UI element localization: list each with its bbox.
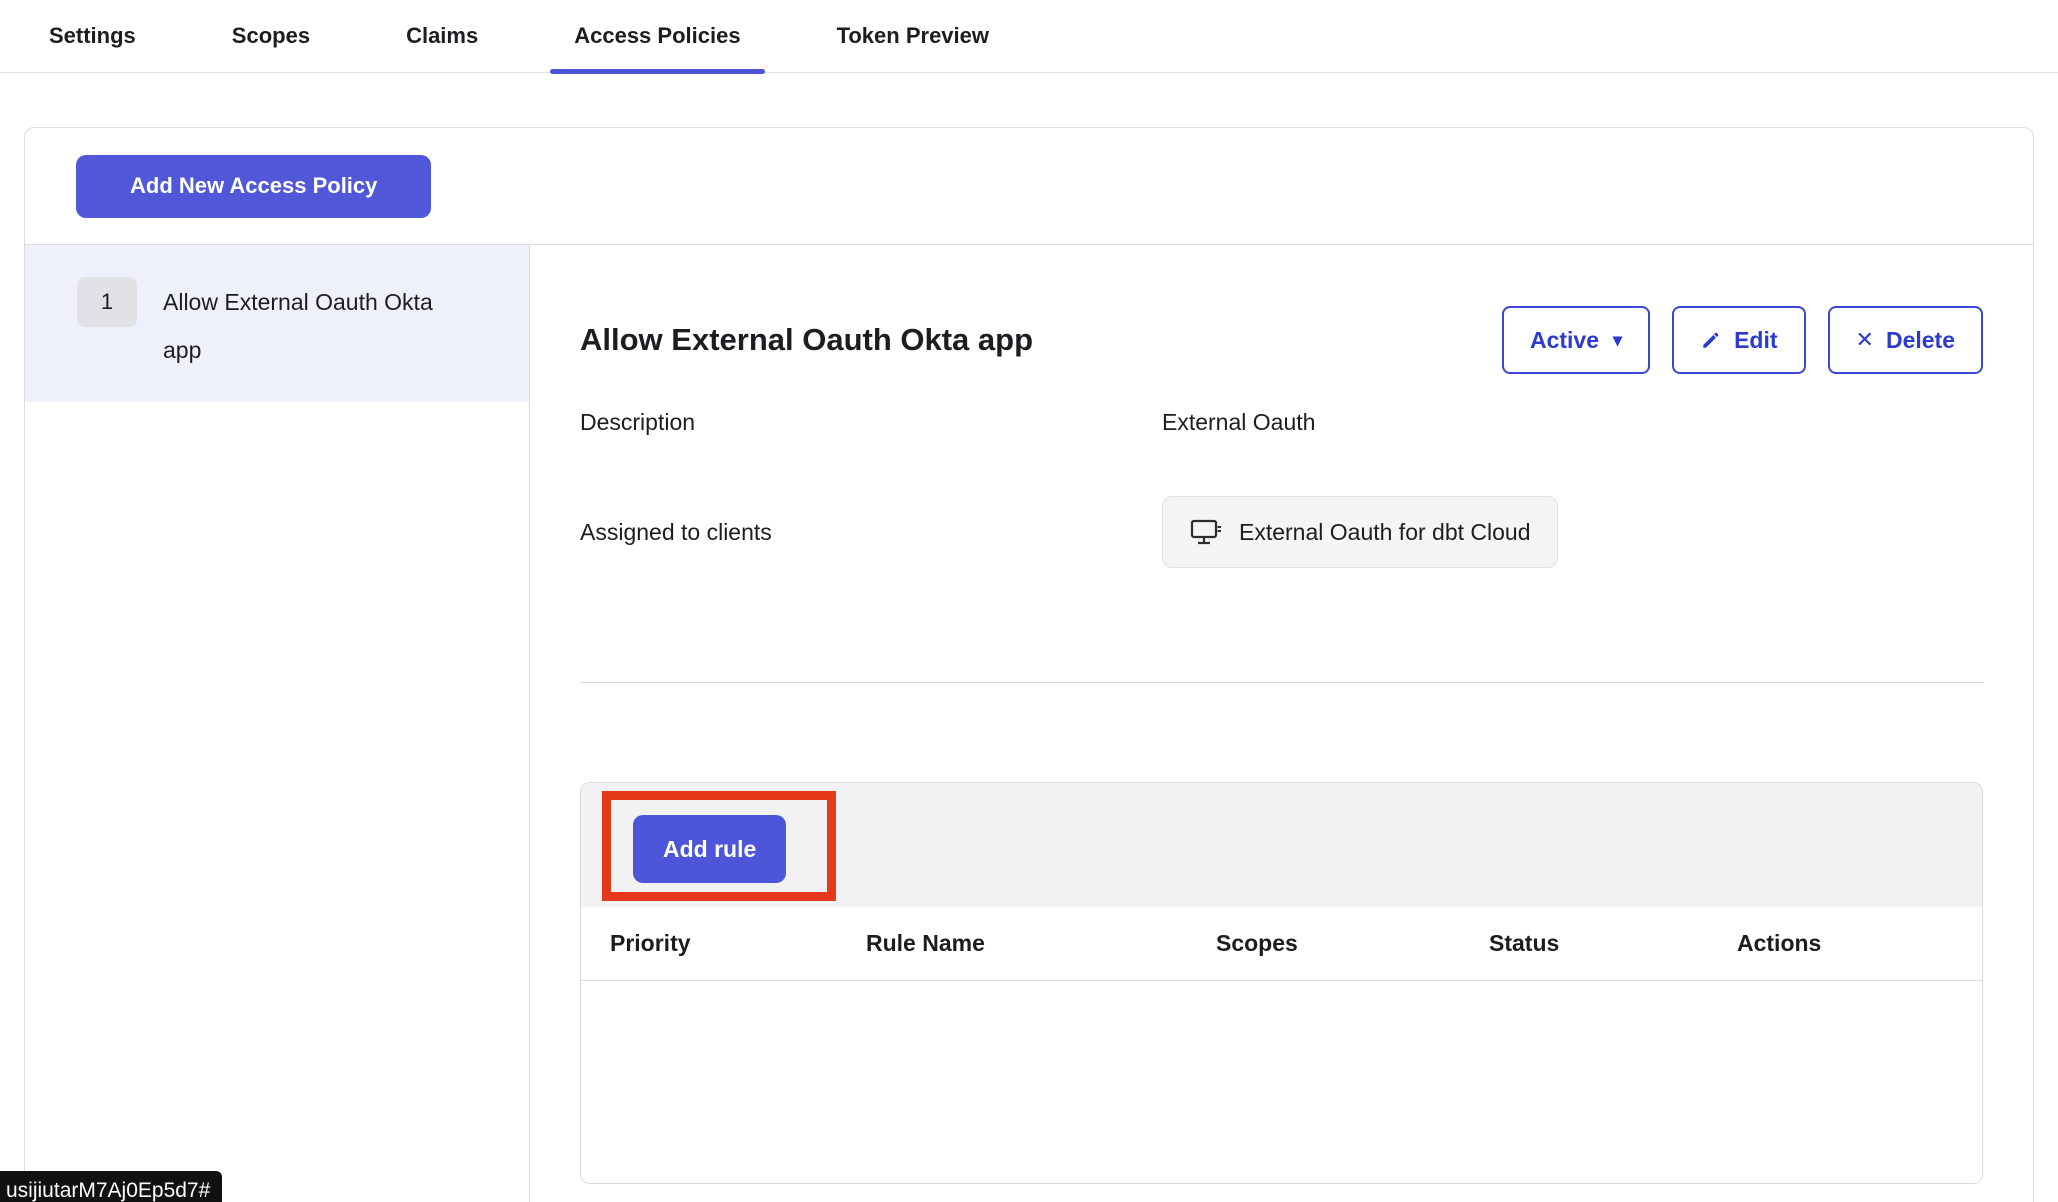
active-status-dropdown[interactable]: Active ▾ <box>1502 306 1650 374</box>
assigned-clients-label: Assigned to clients <box>580 519 1162 546</box>
rules-table-empty-body <box>581 981 1982 1183</box>
edit-button-label: Edit <box>1734 327 1777 354</box>
policy-list-item[interactable]: 1 Allow External Oauth Okta app <box>25 245 529 402</box>
tab-scopes[interactable]: Scopes <box>208 0 334 72</box>
rules-card: Add rule Priority Rule Name Scopes Statu… <box>580 782 1983 1184</box>
add-new-access-policy-button[interactable]: Add New Access Policy <box>76 155 431 218</box>
policy-title: Allow External Oauth Okta app <box>580 322 1033 358</box>
access-policies-panel: Add New Access Policy 1 Allow External O… <box>24 127 2034 1202</box>
description-label: Description <box>580 409 1162 436</box>
policy-title-row: Allow External Oauth Okta app Active ▾ E… <box>580 306 1983 374</box>
policy-list: 1 Allow External Oauth Okta app <box>25 245 530 1202</box>
tab-claims[interactable]: Claims <box>382 0 502 72</box>
column-header-status: Status <box>1489 930 1737 957</box>
policy-action-buttons: Active ▾ Edit ✕ Delete <box>1502 306 1983 374</box>
computer-icon <box>1189 518 1223 546</box>
column-header-actions: Actions <box>1737 930 1982 957</box>
section-divider <box>580 682 1983 683</box>
link-url-preview: usijiutarM7Aj0Ep5d7# <box>0 1171 222 1202</box>
policy-item-title: Allow External Oauth Okta app <box>163 278 443 374</box>
column-header-rule-name: Rule Name <box>866 930 1216 957</box>
rules-table-header: Priority Rule Name Scopes Status Actions <box>581 907 1982 981</box>
client-chip[interactable]: External Oauth for dbt Cloud <box>1162 496 1558 568</box>
delete-button-label: Delete <box>1886 327 1955 354</box>
description-row: Description External Oauth <box>580 404 1983 440</box>
annotation-highlight-rectangle: Add rule <box>602 791 836 901</box>
rules-card-header: Add rule <box>581 783 1982 907</box>
tab-bar: Settings Scopes Claims Access Policies T… <box>0 0 2058 73</box>
close-icon: ✕ <box>1856 327 1874 353</box>
delete-button[interactable]: ✕ Delete <box>1828 306 1983 374</box>
tab-settings[interactable]: Settings <box>25 0 160 72</box>
tab-token-preview[interactable]: Token Preview <box>813 0 1013 72</box>
policy-detail: Allow External Oauth Okta app Active ▾ E… <box>530 245 2033 1202</box>
assigned-clients-row: Assigned to clients External Oauth for d… <box>580 496 1983 568</box>
client-chip-label: External Oauth for dbt Cloud <box>1239 519 1531 546</box>
pencil-icon <box>1700 329 1722 351</box>
chevron-down-icon: ▾ <box>1613 330 1622 351</box>
column-header-priority: Priority <box>581 930 866 957</box>
tab-access-policies[interactable]: Access Policies <box>550 0 764 72</box>
active-status-label: Active <box>1530 327 1599 354</box>
panel-body: 1 Allow External Oauth Okta app Allow Ex… <box>25 245 2033 1202</box>
column-header-scopes: Scopes <box>1216 930 1489 957</box>
panel-header: Add New Access Policy <box>25 128 2033 245</box>
add-rule-button[interactable]: Add rule <box>633 815 786 883</box>
policy-priority-badge: 1 <box>77 277 137 327</box>
description-value: External Oauth <box>1162 409 1983 436</box>
edit-button[interactable]: Edit <box>1672 306 1805 374</box>
